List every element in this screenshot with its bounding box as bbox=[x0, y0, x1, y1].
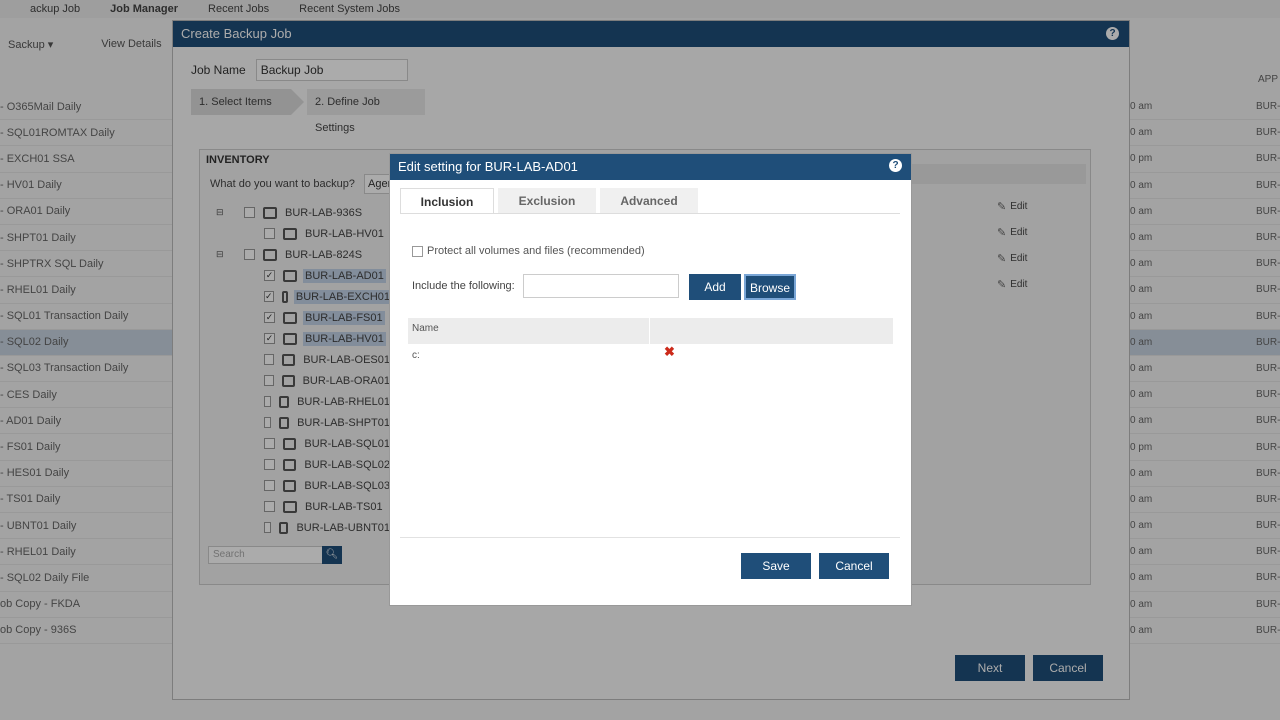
save-button[interactable]: Save bbox=[741, 553, 811, 579]
tab-bar: Inclusion Exclusion Advanced bbox=[400, 188, 702, 214]
protect-all-option[interactable]: Protect all volumes and files (recommend… bbox=[412, 245, 645, 257]
divider bbox=[400, 537, 900, 538]
edit-setting-dialog: Edit setting for BUR-LAB-AD01 ? Inclusio… bbox=[389, 153, 912, 606]
dialog-title-bar: Edit setting for BUR-LAB-AD01 ? bbox=[390, 154, 911, 180]
include-label: Include the following: bbox=[412, 280, 515, 292]
divider bbox=[400, 213, 900, 214]
protect-all-label: Protect all volumes and files (recommend… bbox=[427, 245, 645, 257]
help-icon[interactable]: ? bbox=[889, 159, 902, 172]
name-column-header: Name bbox=[408, 318, 650, 344]
include-input[interactable] bbox=[522, 274, 679, 298]
protect-all-checkbox[interactable] bbox=[412, 245, 423, 257]
tab-advanced[interactable]: Advanced bbox=[600, 188, 698, 214]
table-row[interactable]: c: ✖ bbox=[408, 344, 893, 366]
tab-exclusion[interactable]: Exclusion bbox=[498, 188, 596, 214]
browse-button[interactable]: Browse bbox=[744, 274, 796, 300]
dialog-title: Edit setting for BUR-LAB-AD01 bbox=[398, 159, 578, 174]
delete-icon[interactable]: ✖ bbox=[664, 344, 675, 360]
add-button[interactable]: Add bbox=[689, 274, 741, 300]
tab-inclusion[interactable]: Inclusion bbox=[400, 188, 494, 214]
include-row: Include the following: bbox=[412, 274, 679, 298]
grid-header: Name bbox=[408, 318, 893, 344]
inclusion-grid: Name c: ✖ bbox=[408, 318, 893, 528]
row-name: c: bbox=[412, 350, 420, 361]
cancel-button[interactable]: Cancel bbox=[819, 553, 889, 579]
